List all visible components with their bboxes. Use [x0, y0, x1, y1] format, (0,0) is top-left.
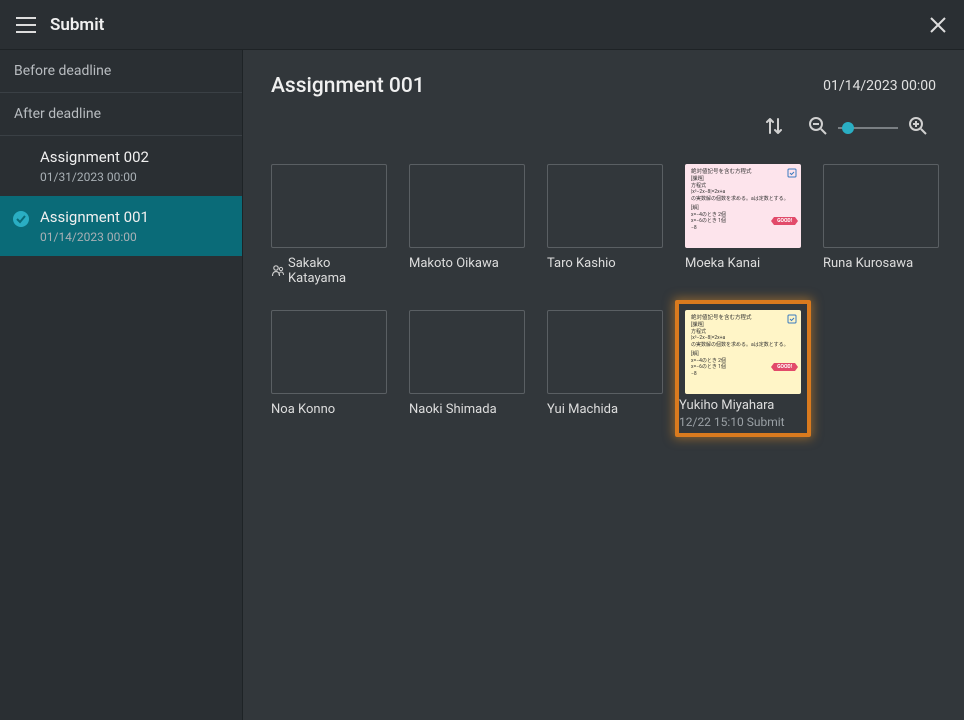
student-card[interactable]: Sakako Katayama — [271, 164, 387, 286]
sidebar-item-title: Assignment 002 — [40, 148, 228, 166]
empty-thumbnail — [823, 164, 939, 248]
close-icon[interactable] — [928, 15, 948, 35]
clipboard-icon — [787, 168, 797, 178]
student-name: Yui Machida — [547, 402, 663, 417]
submit-timestamp: 12/22 15:10 Submit — [679, 415, 807, 429]
empty-thumbnail — [409, 164, 525, 248]
student-card[interactable]: Noa Konno — [271, 310, 387, 427]
sidebar-section-before[interactable]: Before deadline — [0, 50, 242, 93]
clipboard-icon — [787, 314, 797, 324]
sidebar-section-after[interactable]: After deadline — [0, 93, 242, 136]
header: Submit — [0, 0, 964, 50]
empty-thumbnail — [547, 310, 663, 394]
empty-thumbnail — [271, 164, 387, 248]
zoom-in-icon[interactable] — [908, 116, 928, 140]
student-grid: Sakako Katayama Makoto Oikawa Taro Kashio 絶… — [271, 164, 936, 427]
sidebar-item-date: 01/31/2023 00:00 — [40, 170, 228, 184]
student-card[interactable]: Yui Machida — [547, 310, 663, 427]
student-name: Noa Konno — [271, 402, 387, 417]
student-card[interactable]: 絶対値記号を含む方程式[課題]方程式|x²−2x−8|=2x+aの実数解の個数を… — [685, 310, 801, 427]
student-card[interactable]: Makoto Oikawa — [409, 164, 525, 286]
student-name: Moeka Kanai — [685, 256, 801, 271]
page-title: Submit — [50, 15, 104, 35]
empty-thumbnail — [547, 164, 663, 248]
student-card[interactable]: Runa Kurosawa — [823, 164, 939, 286]
check-circle-icon — [12, 210, 30, 232]
student-card[interactable]: 絶対値記号を含む方程式[課題]方程式|x²−2x−8|=2x+aの実数解の個数を… — [685, 164, 801, 286]
student-name: Runa Kurosawa — [823, 256, 939, 271]
student-name: Naoki Shimada — [409, 402, 525, 417]
student-name: Yukiho Miyahara — [679, 398, 807, 413]
zoom-out-icon[interactable] — [808, 116, 828, 140]
student-name: Sakako Katayama — [271, 256, 387, 286]
content-area: Assignment 001 01/14/2023 00:00 Sakako K… — [243, 50, 964, 720]
person-icon — [271, 264, 285, 278]
sidebar-item-assignment[interactable]: Assignment 002 01/31/2023 00:00 — [0, 136, 242, 196]
hamburger-menu-icon[interactable] — [16, 17, 36, 33]
student-name: Makoto Oikawa — [409, 256, 525, 271]
sidebar-item-date: 01/14/2023 00:00 — [40, 230, 228, 244]
assignment-title: Assignment 001 — [271, 74, 425, 98]
zoom-slider[interactable] — [838, 127, 898, 129]
student-card[interactable]: Naoki Shimada — [409, 310, 525, 427]
sidebar-item-title: Assignment 001 — [40, 208, 228, 226]
assignment-due-date: 01/14/2023 00:00 — [823, 74, 936, 94]
student-name: Taro Kashio — [547, 256, 663, 271]
sort-icon[interactable] — [764, 116, 784, 140]
sidebar-item-assignment[interactable]: Assignment 001 01/14/2023 00:00 — [0, 196, 242, 256]
toolbar — [271, 116, 936, 140]
sidebar: Before deadline After deadline Assignmen… — [0, 50, 243, 720]
student-card[interactable]: Taro Kashio — [547, 164, 663, 286]
empty-thumbnail — [409, 310, 525, 394]
empty-thumbnail — [271, 310, 387, 394]
slider-thumb[interactable] — [842, 122, 854, 134]
